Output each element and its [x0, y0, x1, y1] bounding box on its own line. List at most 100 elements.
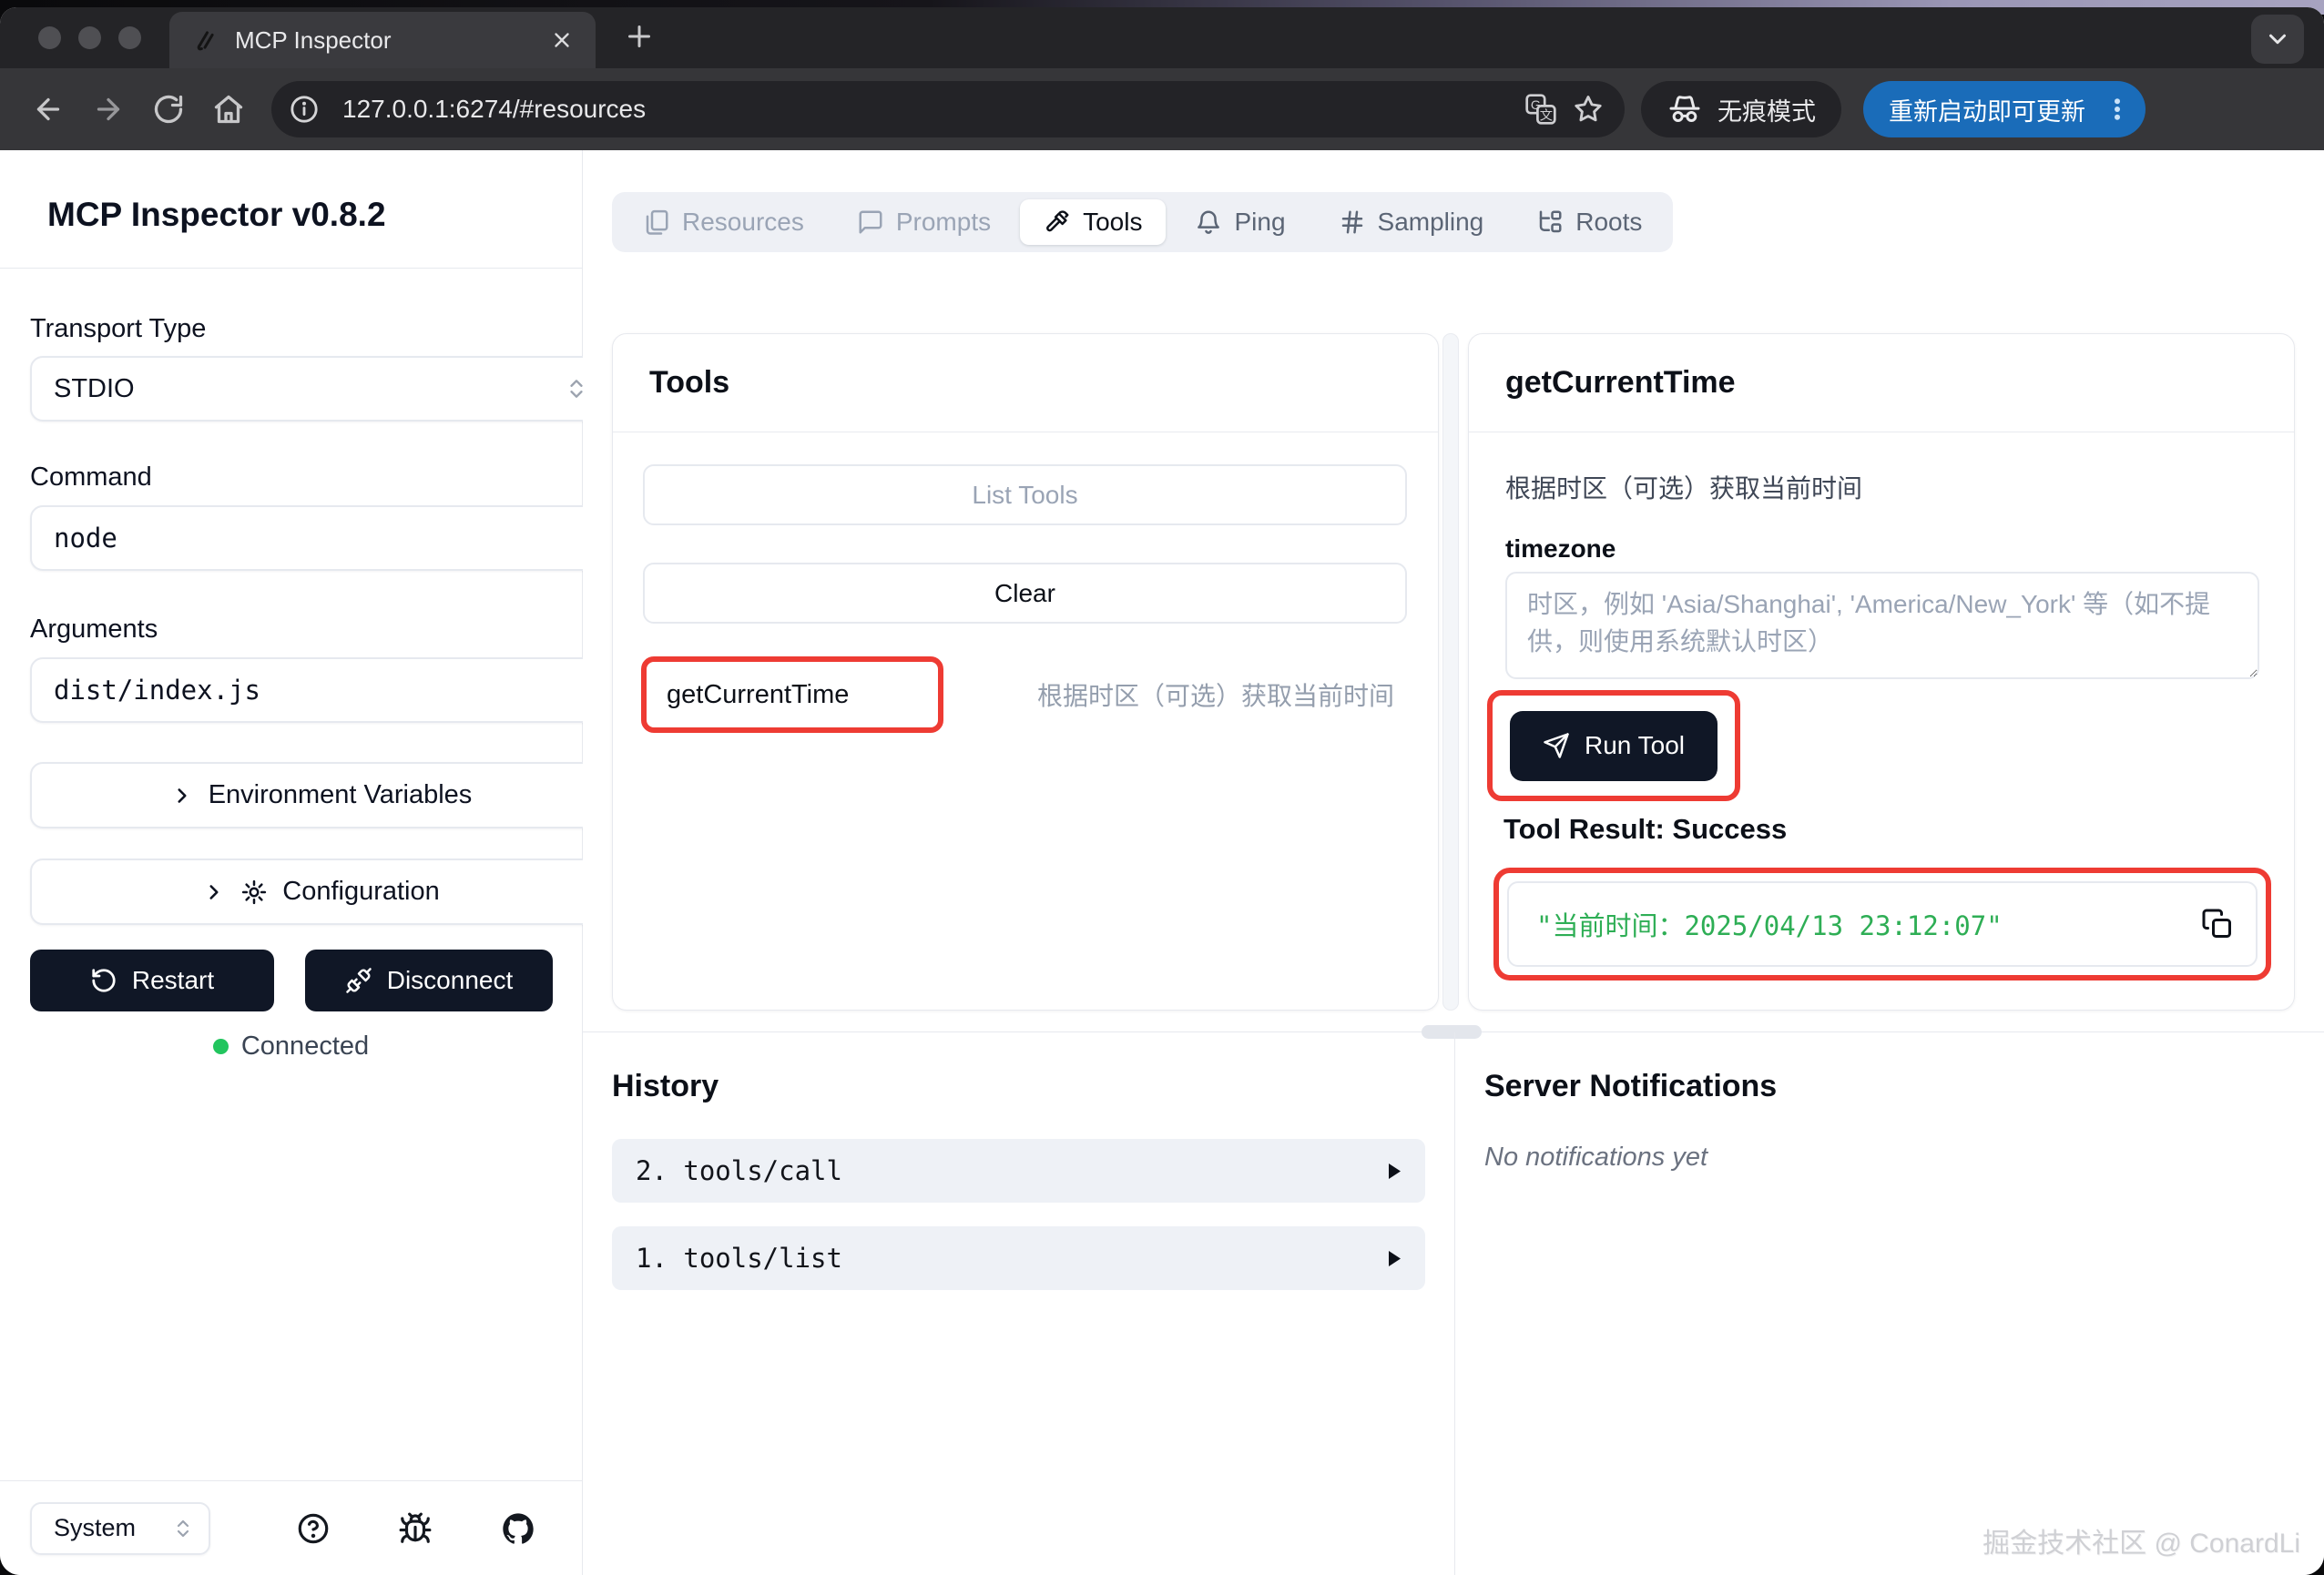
tool-list-item: getCurrentTime 根据时区（可选）获取当前时间	[641, 656, 1394, 733]
splitter-handle[interactable]	[1422, 1025, 1482, 1039]
window-minimize-button[interactable]	[78, 26, 101, 49]
no-notifications-text: No notifications yet	[1484, 1143, 1707, 1173]
tab-label: Ping	[1234, 208, 1285, 237]
restart-icon	[90, 967, 117, 994]
transport-type-select[interactable]: STDIO	[30, 356, 612, 422]
transport-type-value: STDIO	[54, 374, 135, 404]
window-close-button[interactable]	[38, 26, 61, 49]
tool-detail-description: 根据时区（可选）获取当前时间	[1505, 469, 1862, 505]
main-content: Resources Prompts	[583, 150, 2324, 1575]
selected-tool-annotation[interactable]: getCurrentTime	[641, 656, 943, 733]
sidebar-footer: System	[0, 1480, 582, 1575]
sidebar: MCP Inspector v0.8.2 Transport Type STDI…	[0, 150, 583, 1575]
sidebar-body: Transport Type STDIO Command Arguments	[0, 269, 582, 1480]
tab-tools[interactable]: Tools	[1020, 199, 1166, 245]
site-info-icon[interactable]	[280, 86, 328, 133]
restart-label: Restart	[132, 966, 214, 995]
disconnect-button[interactable]: Disconnect	[305, 950, 553, 1011]
arguments-input[interactable]	[30, 657, 612, 723]
window-zoom-button[interactable]	[118, 26, 141, 49]
timezone-param-label: timezone	[1505, 534, 1616, 564]
tab-roots[interactable]: Roots	[1513, 199, 1666, 245]
incognito-icon	[1667, 91, 1703, 127]
history-item-label: 2. tools/call	[636, 1155, 842, 1186]
configuration-button[interactable]: Configuration	[30, 859, 612, 925]
reload-icon[interactable]	[142, 83, 195, 136]
chevron-right-icon	[170, 784, 194, 808]
tab-title: MCP Inspector	[235, 26, 534, 55]
hammer-icon	[1044, 208, 1071, 236]
connected-dot-icon	[213, 1039, 229, 1054]
home-icon[interactable]	[202, 83, 255, 136]
run-tool-label: Run Tool	[1585, 731, 1685, 760]
expand-triangle-icon[interactable]	[1388, 1163, 1402, 1180]
tool-result-value: "当前时间：2025/04/13 23:12:07"	[1536, 905, 2003, 943]
tab-search-button[interactable]	[2251, 15, 2304, 64]
configuration-label: Configuration	[282, 877, 440, 907]
tab-resources[interactable]: Resources	[619, 199, 828, 245]
chat-bubble-icon	[857, 208, 884, 236]
tab-label: Tools	[1083, 208, 1142, 237]
timezone-input[interactable]	[1505, 572, 2259, 679]
forward-icon[interactable]	[82, 83, 135, 136]
address-bar[interactable]: 127.0.0.1:6274/#resources G 文	[271, 81, 1625, 137]
tab-label: Sampling	[1378, 208, 1484, 237]
hash-icon	[1339, 208, 1366, 236]
clear-button[interactable]: Clear	[643, 563, 1407, 624]
chevron-right-icon	[202, 880, 226, 904]
disconnect-label: Disconnect	[387, 966, 514, 995]
arguments-label: Arguments	[30, 615, 552, 645]
watermark: 掘金技术社区 @ ConardLi	[1983, 1520, 2300, 1560]
run-tool-annotation: Run Tool	[1487, 690, 1740, 801]
browser-window: MCP Inspector	[0, 7, 2324, 1575]
history-title: History	[612, 1069, 719, 1104]
tab-close-icon[interactable]	[550, 28, 574, 52]
footer-icons	[296, 1510, 536, 1547]
tab-ping[interactable]: Ping	[1171, 199, 1309, 245]
files-icon	[643, 208, 670, 236]
feature-tabs: Resources Prompts	[612, 192, 1673, 252]
tool-result-box: "当前时间：2025/04/13 23:12:07"	[1507, 881, 2258, 967]
tab-label: Resources	[682, 208, 804, 237]
new-tab-button[interactable]	[623, 20, 656, 53]
server-notifications-title: Server Notifications	[1484, 1069, 1777, 1104]
svg-text:文: 文	[1540, 107, 1553, 123]
expand-triangle-icon[interactable]	[1388, 1250, 1402, 1267]
list-tools-button[interactable]: List Tools	[643, 464, 1407, 525]
sidebar-header: MCP Inspector v0.8.2	[0, 150, 582, 269]
environment-variables-button[interactable]: Environment Variables	[30, 762, 612, 828]
relaunch-to-update-button[interactable]: 重新启动即可更新	[1863, 81, 2146, 137]
run-tool-button[interactable]: Run Tool	[1510, 711, 1718, 781]
github-icon[interactable]	[500, 1510, 536, 1547]
window-traffic-lights	[38, 26, 141, 49]
history-item-label: 1. tools/list	[636, 1243, 842, 1274]
back-icon[interactable]	[22, 83, 75, 136]
history-item[interactable]: 1. tools/list	[612, 1226, 1425, 1290]
panel-resize-handle[interactable]	[1442, 333, 1459, 1011]
restart-button[interactable]: Restart	[30, 950, 274, 1011]
theme-value: System	[54, 1514, 136, 1542]
browser-tab[interactable]: MCP Inspector	[169, 12, 596, 68]
tool-result-annotation: "当前时间：2025/04/13 23:12:07"	[1493, 868, 2271, 981]
incognito-label: 无痕模式	[1718, 92, 1816, 127]
translate-icon[interactable]: G 文	[1524, 93, 1557, 126]
connected-label: Connected	[241, 1031, 369, 1062]
tools-panel-body: List Tools Clear getCurrentTime 根据时区（可选）…	[613, 432, 1438, 1011]
bug-icon[interactable]	[398, 1511, 433, 1546]
help-icon[interactable]	[296, 1511, 331, 1546]
incognito-badge[interactable]: 无痕模式	[1641, 81, 1841, 137]
tab-sampling[interactable]: Sampling	[1315, 199, 1508, 245]
tool-name[interactable]: getCurrentTime	[667, 680, 849, 710]
tab-label: Roots	[1575, 208, 1642, 237]
theme-select[interactable]: System	[30, 1502, 210, 1555]
unplug-icon	[345, 967, 372, 994]
kebab-menu-icon[interactable]	[2104, 94, 2131, 125]
command-input[interactable]	[30, 505, 612, 571]
url-text[interactable]: 127.0.0.1:6274/#resources	[342, 95, 1510, 124]
tab-label: Prompts	[896, 208, 991, 237]
bookmark-star-icon[interactable]	[1572, 93, 1605, 126]
history-item[interactable]: 2. tools/call	[612, 1139, 1425, 1203]
tab-prompts[interactable]: Prompts	[833, 199, 1014, 245]
copy-icon[interactable]	[2201, 908, 2234, 940]
folder-tree-icon	[1536, 208, 1564, 236]
